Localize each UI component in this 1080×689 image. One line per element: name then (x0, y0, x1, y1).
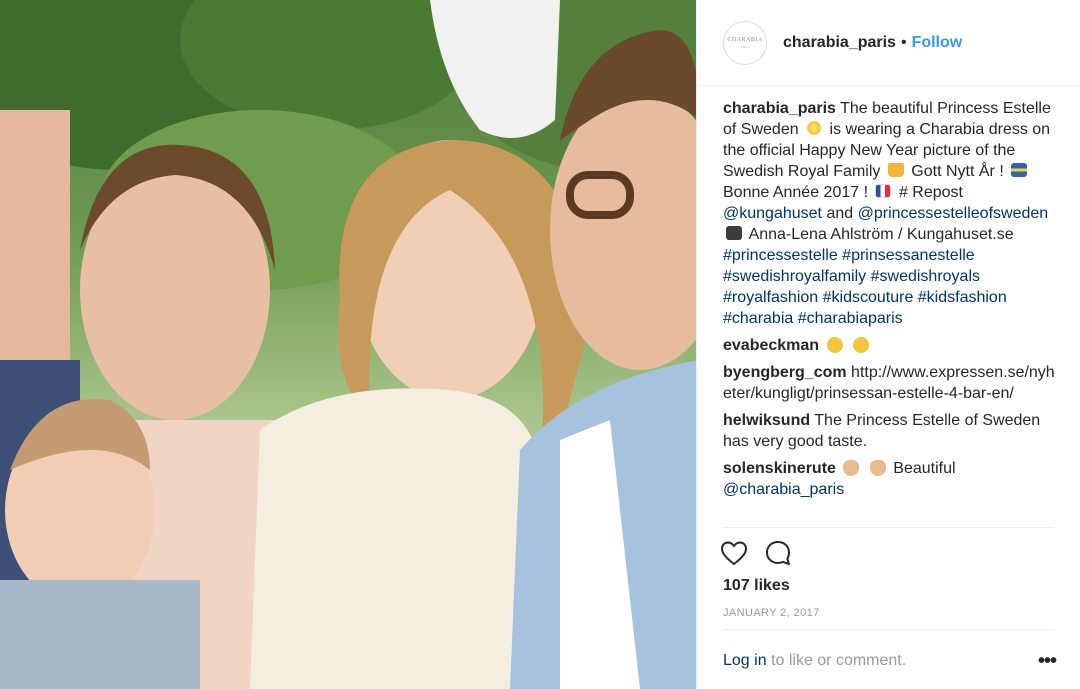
like-button[interactable] (719, 538, 749, 568)
photo-image (0, 0, 696, 689)
login-prompt-text: to like or comment. (766, 652, 907, 669)
caption-text-4: Bonne Année 2017 ! (723, 184, 869, 201)
crown-emoji-icon (887, 163, 904, 177)
comments-list[interactable]: charabia_paris The beautiful Princess Es… (723, 98, 1056, 526)
caption: charabia_paris The beautiful Princess Es… (723, 98, 1056, 329)
glowing-star-emoji-icon (806, 121, 823, 135)
comment-item: helwiksund The Princess Estelle of Swede… (723, 410, 1056, 452)
caption-text-3: Gott Nytt År ! (911, 163, 1004, 180)
comment-item: solenskinerute Beautiful @charabia_paris (723, 458, 1056, 500)
header-username[interactable]: charabia_paris (783, 34, 896, 52)
post-container: CHARABIA PARIS charabia_paris • Follow c… (0, 0, 1080, 689)
heart-icon (720, 541, 748, 566)
heart-eyes-emoji-icon (826, 337, 843, 353)
avatar[interactable]: CHARABIA PARIS (723, 20, 767, 65)
header-separator: • (900, 33, 907, 51)
comment-item: evabeckman (723, 335, 1056, 356)
likes-count[interactable]: 107 likes (723, 577, 790, 595)
comment-username[interactable]: byengberg_com (723, 364, 847, 381)
follow-button[interactable]: Follow (912, 34, 963, 52)
clapping-hands-emoji-icon (843, 460, 860, 476)
divider (723, 629, 1054, 630)
caption-text-5: # Repost (898, 184, 963, 201)
comment-username[interactable]: evabeckman (723, 337, 819, 354)
camera-emoji-icon (726, 226, 742, 240)
caption-text-6: and (826, 205, 854, 222)
login-link[interactable]: Log in (723, 652, 767, 669)
mention-link-kungahuset[interactable]: @kungahuset (723, 205, 822, 222)
sweden-flag-emoji-icon (1011, 163, 1028, 177)
mention-link-princessestelle[interactable]: @princessestelleofsweden (858, 205, 1049, 222)
caption-text-7: Anna-Lena Ahlström / Kungahuset.se (748, 226, 1014, 243)
clapping-hands-emoji-icon (869, 460, 886, 476)
france-flag-emoji-icon (875, 184, 892, 198)
comment-item: byengberg_com http://www.expressen.se/ny… (723, 362, 1056, 404)
comment-username[interactable]: helwiksund (723, 412, 810, 429)
action-bar (719, 538, 793, 568)
avatar-logo-text: CHARABIA (727, 36, 763, 43)
comment-username[interactable]: solenskinerute (723, 460, 836, 477)
divider (723, 527, 1054, 528)
login-prompt: Log in to like or comment. (723, 652, 906, 670)
caption-username[interactable]: charabia_paris (723, 100, 836, 117)
post-header: CHARABIA PARIS charabia_paris • Follow (697, 0, 1080, 86)
heart-eyes-emoji-icon (852, 337, 869, 353)
mention-link-charabia[interactable]: @charabia_paris (723, 481, 844, 498)
hashtag-links[interactable]: #princessestelle #prinsessanestelle #swe… (723, 247, 1007, 327)
more-options-icon[interactable]: ••• (1038, 650, 1057, 673)
comment-text: Beautiful (893, 460, 956, 477)
post-sidebar: CHARABIA PARIS charabia_paris • Follow c… (696, 0, 1080, 689)
comment-bubble-icon (766, 541, 790, 565)
post-date[interactable]: JANUARY 2, 2017 (723, 607, 820, 619)
post-photo[interactable] (0, 0, 696, 689)
comment-button[interactable] (763, 538, 793, 568)
avatar-logo-subtext: PARIS (740, 44, 750, 49)
